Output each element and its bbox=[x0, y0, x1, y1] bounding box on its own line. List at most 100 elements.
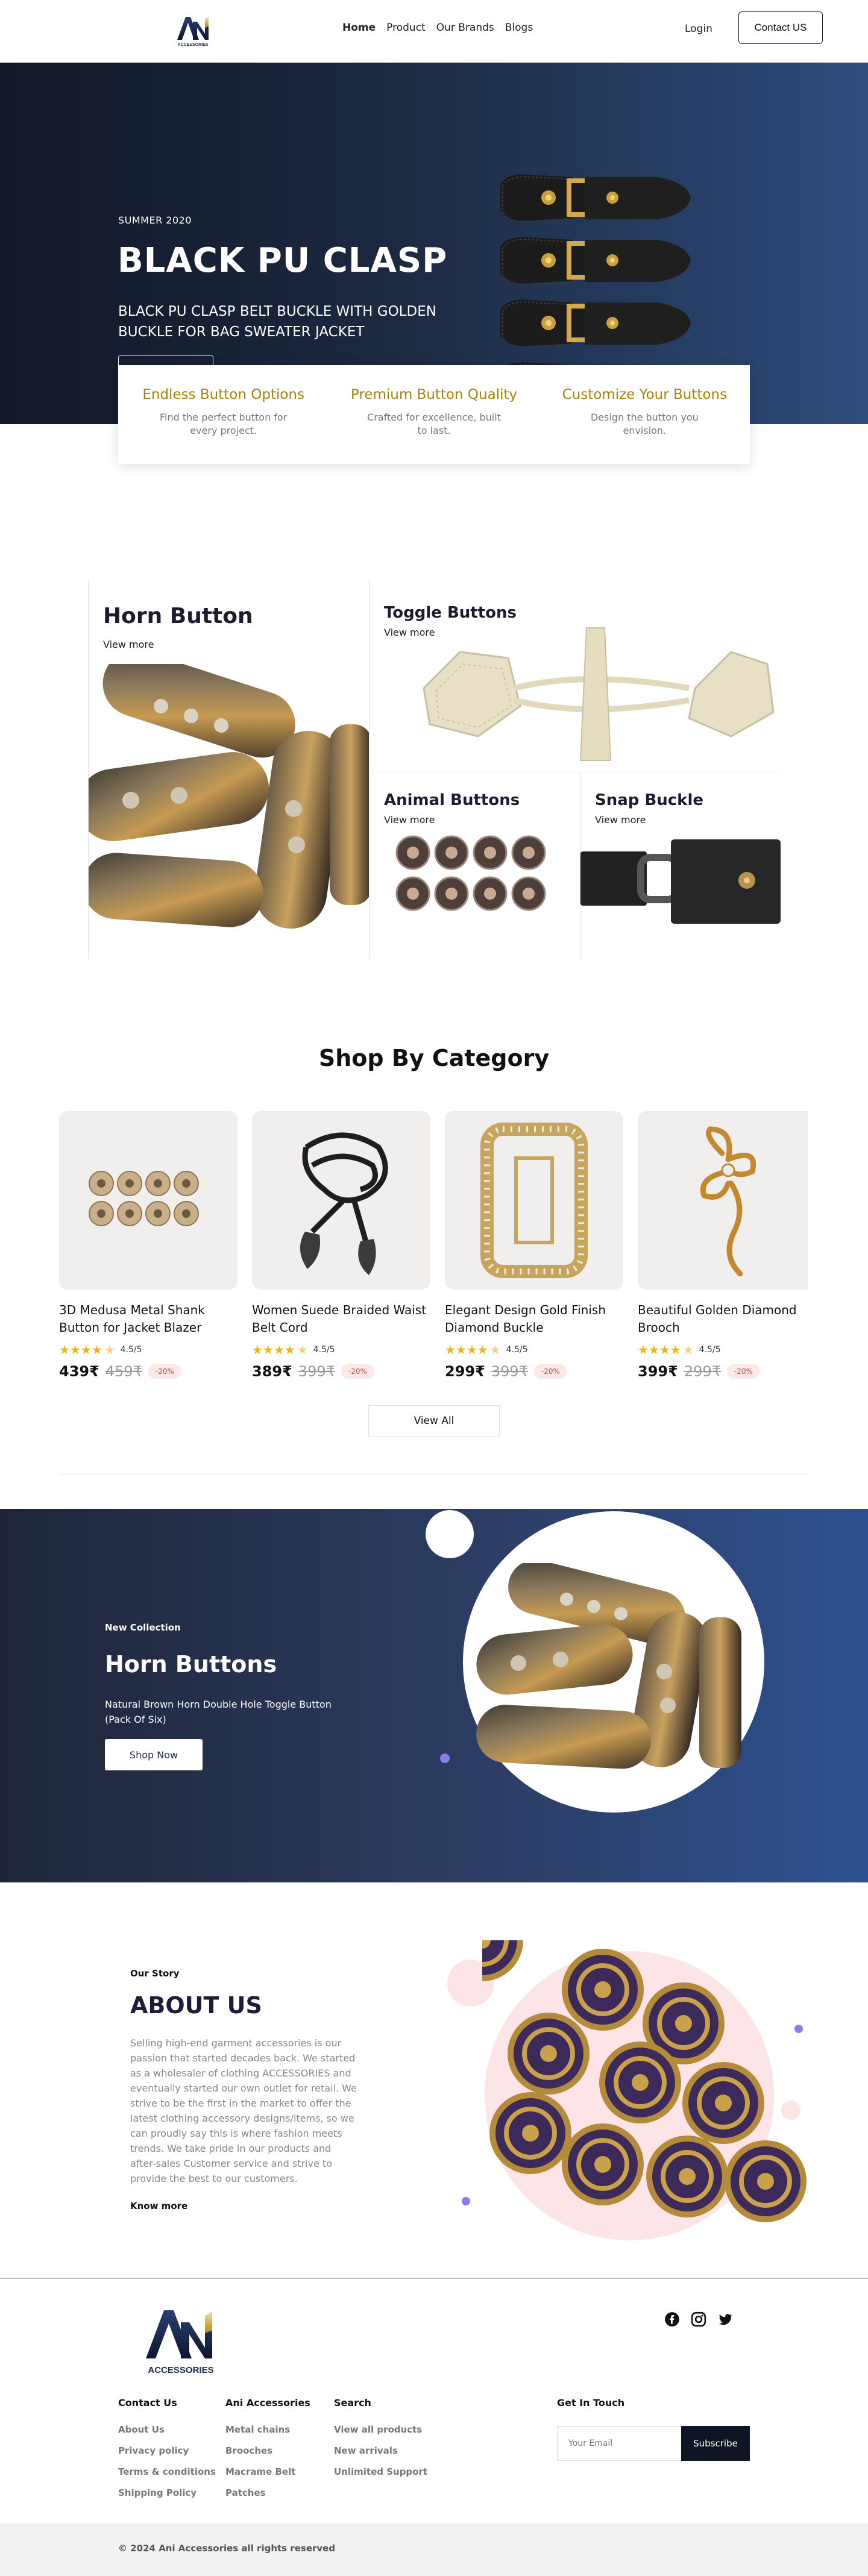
view-more-link[interactable]: View more bbox=[595, 814, 646, 826]
product-card[interactable]: Elegant Design Gold Finish Diamond Buckl… bbox=[445, 1111, 623, 1380]
product-card[interactable]: Beautiful Golden Diamond Brooch ★★★★ ★ 4.5… bbox=[638, 1111, 808, 1380]
feature-title: Premium Button Quality bbox=[350, 387, 518, 403]
product-image[interactable] bbox=[59, 1111, 237, 1290]
shop-now-button[interactable]: Shop Now bbox=[105, 1739, 203, 1770]
site-footer: ACCESSORIES Contact Us About Us Privacy … bbox=[0, 2278, 868, 2576]
footer-logo[interactable]: ACCESSORIES bbox=[142, 2305, 221, 2379]
rating-value: 4.5/5 bbox=[313, 1345, 335, 1355]
nav-our-brands[interactable]: Our Brands bbox=[436, 22, 494, 34]
nav-blogs[interactable]: Blogs bbox=[505, 22, 533, 34]
footer-link-new-arrivals[interactable]: New arrivals bbox=[334, 2445, 427, 2456]
new-collection-title: Horn Buttons bbox=[105, 1651, 277, 1678]
discount-badge: -20% bbox=[726, 1364, 760, 1379]
product-name[interactable]: Elegant Design Gold Finish Diamond Buckl… bbox=[445, 1302, 623, 1337]
contact-us-button[interactable]: Contact US bbox=[738, 11, 823, 44]
view-more-link[interactable]: View more bbox=[103, 639, 154, 650]
product-name[interactable]: Women Suede Braided Waist Belt Cord bbox=[252, 1302, 430, 1337]
footer-link-terms[interactable]: Terms & conditions bbox=[118, 2466, 216, 2477]
footer-link-macrame[interactable]: Macrame Belt bbox=[225, 2466, 310, 2477]
star-icon: ★★★★ bbox=[252, 1343, 295, 1357]
features-bar: Endless Button Options Find the perfect … bbox=[118, 365, 750, 464]
about-text: Selling high-end garment accessories is … bbox=[130, 2037, 357, 2184]
price: 299₹ bbox=[445, 1363, 485, 1380]
brand-logo[interactable]: ACCESSORIES bbox=[175, 13, 211, 47]
star-icon: ★★★★ bbox=[445, 1343, 488, 1357]
star-icon: ★★★★ bbox=[59, 1343, 102, 1357]
product-image[interactable] bbox=[252, 1111, 430, 1290]
login-link[interactable]: Login bbox=[685, 23, 712, 35]
hero-title: BLACK PU CLASP bbox=[118, 241, 448, 280]
feature-text: Find the perfect button for every projec… bbox=[160, 412, 288, 436]
new-collection-kicker: New Collection bbox=[105, 1622, 181, 1633]
collection-title: Horn Button bbox=[103, 604, 253, 628]
product-prices: 399₹ 299₹ -20% bbox=[638, 1363, 808, 1380]
subscribe-button[interactable]: Subscribe bbox=[681, 2426, 750, 2461]
footer-col-title: Ani Accessories bbox=[225, 2397, 310, 2408]
horn-button-image bbox=[89, 664, 370, 929]
old-price: 459₹ bbox=[105, 1363, 142, 1380]
toggle-button-image bbox=[423, 627, 775, 761]
collection-title: Animal Buttons bbox=[384, 791, 520, 809]
feature-premium-quality: Premium Button Quality Crafted for excel… bbox=[329, 365, 539, 464]
feature-text: Design the button you envision. bbox=[590, 412, 699, 436]
old-price: 399₹ bbox=[491, 1363, 528, 1380]
product-rating: ★★★★ ★ 4.5/5 bbox=[638, 1343, 808, 1357]
footer-link-privacy[interactable]: Privacy policy bbox=[118, 2445, 216, 2456]
footer-link-support[interactable]: Unlimited Support bbox=[334, 2466, 427, 2477]
product-name[interactable]: Beautiful Golden Diamond Brooch bbox=[638, 1302, 808, 1337]
footer-col-title: Get In Touch bbox=[557, 2397, 625, 2408]
golden-brooch-image bbox=[700, 1126, 756, 1277]
product-image[interactable] bbox=[638, 1111, 808, 1290]
old-price: 299₹ bbox=[684, 1363, 721, 1380]
product-card[interactable]: 3D Medusa Metal Shank Button for Jacket … bbox=[59, 1111, 237, 1380]
feature-title: Customize Your Buttons bbox=[562, 387, 728, 403]
footer-col-ani: Ani Accessories Metal chains Brooches Ma… bbox=[225, 2397, 310, 2509]
about-title: ABOUT US bbox=[130, 1992, 262, 2019]
copyright-text: © 2024 Ani Accessories all rights reserv… bbox=[118, 2543, 336, 2554]
product-prices: 299₹ 399₹ -20% bbox=[445, 1363, 623, 1380]
footer-link-shipping[interactable]: Shipping Policy bbox=[118, 2487, 216, 2498]
footer-col-search: Search View all products New arrivals Un… bbox=[334, 2397, 427, 2487]
animal-buttons-image bbox=[395, 835, 546, 911]
view-more-link[interactable]: View more bbox=[384, 814, 435, 826]
product-prices: 439₹ 459₹ -20% bbox=[59, 1363, 237, 1380]
feature-text: Crafted for excellence, built to last. bbox=[367, 412, 501, 436]
feature-customize: Customize Your Buttons Design the button… bbox=[539, 365, 750, 464]
product-image[interactable] bbox=[445, 1111, 623, 1290]
discount-badge: -20% bbox=[148, 1364, 181, 1379]
new-collection-banner: New Collection Horn Buttons Natural Brow… bbox=[0, 1509, 868, 1882]
footer-link-all-products[interactable]: View all products bbox=[334, 2424, 427, 2435]
product-name[interactable]: 3D Medusa Metal Shank Button for Jacket … bbox=[59, 1302, 237, 1337]
view-all-button[interactable]: View All bbox=[368, 1405, 500, 1437]
feature-title: Endless Button Options bbox=[142, 387, 304, 403]
twitter-icon[interactable] bbox=[717, 2311, 733, 2327]
collection-card-animal[interactable]: Animal Buttons View more bbox=[369, 772, 580, 959]
collection-card-toggle[interactable]: Toggle Buttons View more bbox=[369, 580, 780, 772]
collection-card-horn[interactable]: Horn Button View more bbox=[88, 580, 370, 959]
footer-link-about[interactable]: About Us bbox=[118, 2424, 216, 2435]
footer-col-title: Search bbox=[334, 2397, 371, 2408]
email-field[interactable] bbox=[557, 2426, 681, 2461]
rating-value: 4.5/5 bbox=[699, 1345, 721, 1355]
know-more-link[interactable]: Know more bbox=[130, 2201, 187, 2211]
footer-link-patches[interactable]: Patches bbox=[225, 2487, 310, 2498]
half-star-icon: ★ bbox=[104, 1343, 115, 1357]
feature-endless-options: Endless Button Options Find the perfect … bbox=[118, 365, 329, 464]
facebook-icon[interactable] bbox=[664, 2311, 680, 2327]
shop-by-category-title: Shop By Category bbox=[318, 1045, 550, 1071]
footer-link-metal-chains[interactable]: Metal chains bbox=[225, 2424, 310, 2435]
discount-badge: -20% bbox=[341, 1364, 374, 1379]
price: 439₹ bbox=[59, 1363, 99, 1380]
decor-dot bbox=[440, 1753, 450, 1763]
nav-product[interactable]: Product bbox=[386, 22, 426, 34]
product-card[interactable]: Women Suede Braided Waist Belt Cord ★★★★… bbox=[252, 1111, 430, 1380]
nav-home[interactable]: Home bbox=[342, 22, 376, 34]
footer-link-brooches[interactable]: Brooches bbox=[225, 2445, 310, 2456]
instagram-icon[interactable] bbox=[691, 2311, 706, 2327]
price: 389₹ bbox=[252, 1363, 292, 1380]
rating-value: 4.5/5 bbox=[506, 1345, 528, 1355]
half-star-icon: ★ bbox=[489, 1343, 501, 1357]
collection-title: Toggle Buttons bbox=[384, 604, 517, 622]
braided-belt-cord-image bbox=[300, 1132, 388, 1275]
collection-card-snap[interactable]: Snap Buckle View more bbox=[580, 772, 781, 959]
